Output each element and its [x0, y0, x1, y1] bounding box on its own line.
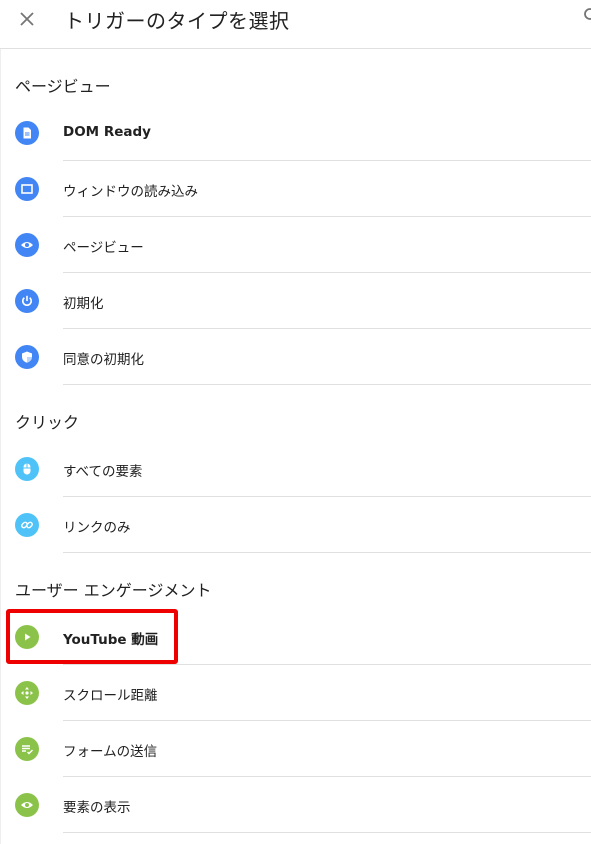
divider — [63, 832, 591, 833]
dialog-title: トリガーのタイプを選択 — [64, 9, 290, 33]
trigger-label: すべての要素 — [63, 464, 143, 480]
section-title-user-engagement: ユーザー エンゲージメント — [15, 581, 212, 600]
section-title-click: クリック — [15, 413, 80, 432]
mouse-icon — [15, 457, 39, 481]
close-icon — [20, 12, 34, 26]
trigger-item-element-visibility[interactable]: 要素の表示 — [0, 777, 591, 833]
trigger-label: ウィンドウの読み込み — [63, 184, 198, 200]
play-icon — [15, 625, 39, 649]
trigger-label: ページビュー — [63, 240, 144, 256]
divider — [63, 384, 591, 385]
window-icon — [15, 177, 39, 201]
divider — [63, 552, 591, 553]
trigger-item-form-submission[interactable]: フォームの送信 — [0, 721, 591, 777]
section-title-page-view: ページビュー — [15, 77, 111, 96]
form-icon — [15, 737, 39, 761]
trigger-item-window-loaded[interactable]: ウィンドウの読み込み — [0, 161, 591, 217]
dialog-header: トリガーのタイプを選択 — [0, 0, 591, 49]
trigger-item-dom-ready[interactable]: DOM Ready — [0, 105, 591, 161]
trigger-item-all-elements[interactable]: すべての要素 — [0, 441, 591, 497]
trigger-item-scroll-depth[interactable]: スクロール距離 — [0, 665, 591, 721]
trigger-label: YouTube 動画 — [63, 632, 159, 648]
trigger-label: 同意の初期化 — [63, 352, 144, 368]
trigger-item-youtube-video[interactable]: YouTube 動画 — [0, 609, 591, 665]
eye-icon — [15, 233, 39, 257]
power-icon — [15, 289, 39, 313]
trigger-item-page-view[interactable]: ページビュー — [0, 217, 591, 273]
trigger-label: フォームの送信 — [63, 744, 158, 760]
trigger-label: スクロール距離 — [63, 688, 158, 704]
link-icon — [15, 513, 39, 537]
search-button[interactable] — [582, 6, 591, 26]
close-button[interactable] — [16, 8, 38, 30]
search-icon — [584, 8, 591, 20]
trigger-item-initialization[interactable]: 初期化 — [0, 273, 591, 329]
eye-icon — [15, 793, 39, 817]
trigger-label: リンクのみ — [63, 520, 131, 536]
trigger-label: 初期化 — [63, 296, 104, 312]
trigger-item-consent-initialization[interactable]: 同意の初期化 — [0, 329, 591, 385]
shield-icon — [15, 345, 39, 369]
trigger-item-just-links[interactable]: リンクのみ — [0, 497, 591, 553]
trigger-label: DOM Ready — [63, 124, 151, 140]
scroll-icon — [15, 681, 39, 705]
trigger-label: 要素の表示 — [63, 800, 131, 816]
document-icon — [15, 121, 39, 145]
